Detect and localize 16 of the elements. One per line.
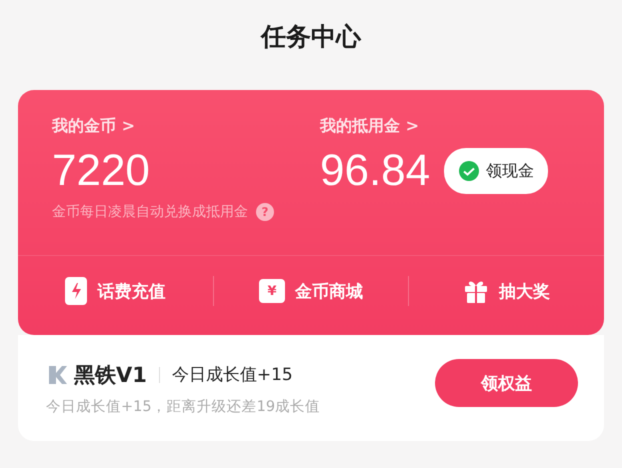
- stat-value: 7220: [52, 145, 150, 197]
- stat-link[interactable]: 我的抵用金 >: [320, 116, 419, 137]
- level-name: 黑铁V1: [74, 362, 147, 388]
- claim-button[interactable]: 领权益: [435, 359, 578, 407]
- growth-today: 今日成长值+15: [172, 364, 293, 386]
- shortcut-link[interactable]: 抽大奖: [409, 278, 604, 304]
- ticket-icon: ¥: [259, 279, 285, 303]
- shortcut-link[interactable]: ¥ 金币商城: [214, 279, 408, 303]
- shortcut-link[interactable]: 话费充值: [18, 277, 213, 305]
- cash-button[interactable]: 领现金: [444, 148, 548, 194]
- stat-value: 96.84: [320, 145, 430, 197]
- help-icon[interactable]: ?: [256, 203, 274, 221]
- page-title: 任务中心: [259, 21, 362, 53]
- exchange-hint: 金币每日凌晨自动兑换成抵用金: [52, 203, 248, 221]
- lightning-icon: [65, 277, 88, 305]
- stat-link[interactable]: 我的金币 >: [52, 116, 135, 137]
